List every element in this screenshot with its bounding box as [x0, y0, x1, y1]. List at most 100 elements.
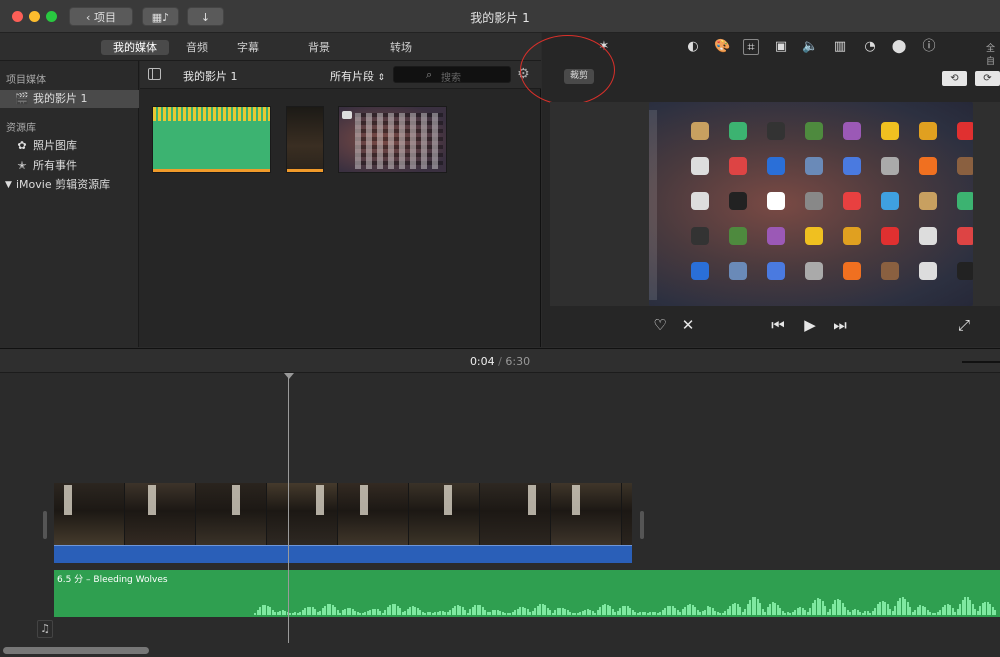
equalizer-icon[interactable]: ▥ [832, 39, 848, 55]
timeline: 6.5 分 – Bleeding Wolves ♫ [0, 373, 1000, 657]
app-icon [919, 227, 937, 245]
app-icon [729, 192, 747, 210]
filmstrip-frame [54, 483, 125, 545]
speed-icon[interactable]: ◔ [862, 39, 878, 55]
rotate-left-button[interactable]: ⟲ [942, 71, 967, 86]
video-clip[interactable] [54, 483, 632, 545]
window-light-graphic [360, 485, 368, 515]
viewer-panel: ✶ ◐ 🎨 ⌗ ▣ 🔈 ▥ ◔ ⬤ ⓘ 全自 裁剪 ⟲ ⟳ ♡ ✕ ⏮ ▶ ⏭ … [520, 33, 1000, 347]
app-icon [881, 227, 899, 245]
library-sidebar: 项目媒体 🎬 我的影片 1 资源库 ✿ 照片图库 ✭ 所有事件 ▼ iMovie… [0, 61, 139, 347]
updown-chevron-icon: ⇕ [377, 73, 386, 83]
section-project-media: 项目媒体 [6, 75, 46, 86]
sidebar-toggle-icon[interactable] [148, 68, 161, 80]
filmstrip-frame [338, 483, 409, 545]
clip-trim-handle-left[interactable] [43, 511, 47, 539]
clapper-icon: 🎬 [15, 92, 29, 105]
timecode: 0:04 / 6:30 [469, 355, 531, 368]
background-music-track[interactable]: 6.5 分 – Bleeding Wolves [54, 570, 1000, 617]
tab-my-media[interactable]: 我的媒体 [101, 40, 169, 55]
sidebar-item-project[interactable]: 🎬 我的影片 1 [0, 90, 139, 108]
app-icon [881, 122, 899, 140]
used-range-bar [153, 169, 270, 172]
fullscreen-expand-icon[interactable]: ⤢ [954, 315, 974, 335]
disclosure-triangle-icon: ▼ [5, 180, 12, 190]
volume-icon[interactable]: 🔈 [802, 39, 818, 55]
clip-trim-handle-right[interactable] [640, 511, 644, 539]
info-icon[interactable]: ⓘ [921, 39, 937, 55]
playhead-marker-icon[interactable] [284, 373, 294, 379]
sidebar-item-all-events[interactable]: ✭ 所有事件 [0, 157, 139, 175]
sidebar-item-imovie-library[interactable]: ▼ iMovie 剪辑资源库 [0, 176, 139, 194]
app-icon [767, 262, 785, 280]
audio-clip-thumbnail[interactable] [152, 106, 271, 173]
tab-titles[interactable]: 字幕 [229, 40, 267, 55]
app-icon [843, 227, 861, 245]
app-icon [691, 262, 709, 280]
clip-filter-select[interactable]: 所有片段 ⇕ [330, 68, 385, 84]
app-icon [691, 227, 709, 245]
clip-filter-icon[interactable]: ⬤ [891, 39, 907, 55]
app-icon [729, 227, 747, 245]
app-icon [691, 192, 709, 210]
window-title: 我的影片 1 [470, 11, 530, 25]
browser-toolbar: 我的影片 1 所有片段 ⇕ ⌕ 搜索 ⚙ [140, 61, 541, 89]
app-icon [843, 122, 861, 140]
app-icon [805, 192, 823, 210]
app-icon [957, 157, 973, 175]
fullscreen-label-partial: 全自 [986, 44, 996, 67]
section-libraries: 资源库 [6, 123, 36, 134]
color-palette-icon[interactable]: 🎨 [714, 39, 730, 55]
playback-controls: ♡ ✕ ⏮ ▶ ⏭ ⤢ [542, 315, 1000, 345]
app-icon [691, 157, 709, 175]
waveform-graphic [153, 107, 270, 121]
app-icon [957, 262, 973, 280]
camera-icon [342, 111, 352, 119]
stabilization-camera-icon[interactable]: ▣ [773, 39, 789, 55]
browser-title: 我的影片 1 [183, 70, 238, 83]
dock-graphic [649, 110, 657, 300]
browser-tabs: 我的媒体 音频 字幕 背景 转场 [0, 33, 541, 61]
skip-back-icon[interactable]: ⏮ [768, 315, 788, 335]
play-icon[interactable]: ▶ [800, 315, 820, 335]
color-balance-icon[interactable]: ◐ [685, 39, 701, 55]
app-icon [805, 157, 823, 175]
sidebar-item-photos[interactable]: ✿ 照片图库 [0, 137, 139, 155]
app-icon [805, 227, 823, 245]
video-preview [649, 102, 973, 306]
app-icon [843, 157, 861, 175]
tab-audio[interactable]: 音频 [178, 40, 216, 55]
video-clip-thumbnail[interactable] [286, 106, 324, 173]
app-icon [881, 262, 899, 280]
window-light-graphic [316, 485, 324, 515]
app-icon [729, 157, 747, 175]
waveform-bar [994, 610, 996, 615]
app-icon [919, 122, 937, 140]
crop-icon[interactable]: ⌗ [743, 39, 759, 55]
screenshot-clip-thumbnail[interactable] [338, 106, 447, 173]
filmstrip-frame [622, 483, 632, 545]
rotate-right-button[interactable]: ⟳ [975, 71, 1000, 86]
filmstrip-frame [480, 483, 551, 545]
zoom-slider[interactable] [962, 361, 1000, 363]
app-icon [729, 262, 747, 280]
used-range-bar [287, 169, 323, 172]
clip-audio-track[interactable] [54, 545, 632, 563]
filmstrip-frame [267, 483, 338, 545]
timeline-scrollbar[interactable] [3, 647, 149, 654]
window-light-graphic [444, 485, 452, 515]
tab-backgrounds[interactable]: 背景 [300, 40, 338, 55]
annotation-circle [520, 35, 615, 105]
music-note-icon: ♫ [37, 620, 53, 638]
app-icon [881, 157, 899, 175]
playhead[interactable] [288, 373, 289, 643]
reject-x-icon[interactable]: ✕ [678, 315, 698, 335]
skip-forward-icon[interactable]: ⏭ [830, 315, 850, 335]
app-icon [767, 157, 785, 175]
app-icon [729, 122, 747, 140]
favorite-heart-icon[interactable]: ♡ [650, 315, 670, 335]
music-title: 6.5 分 – Bleeding Wolves [57, 575, 168, 585]
tab-transitions[interactable]: 转场 [382, 40, 420, 55]
window-light-graphic [232, 485, 240, 515]
search-field[interactable]: ⌕ 搜索 [393, 66, 511, 84]
